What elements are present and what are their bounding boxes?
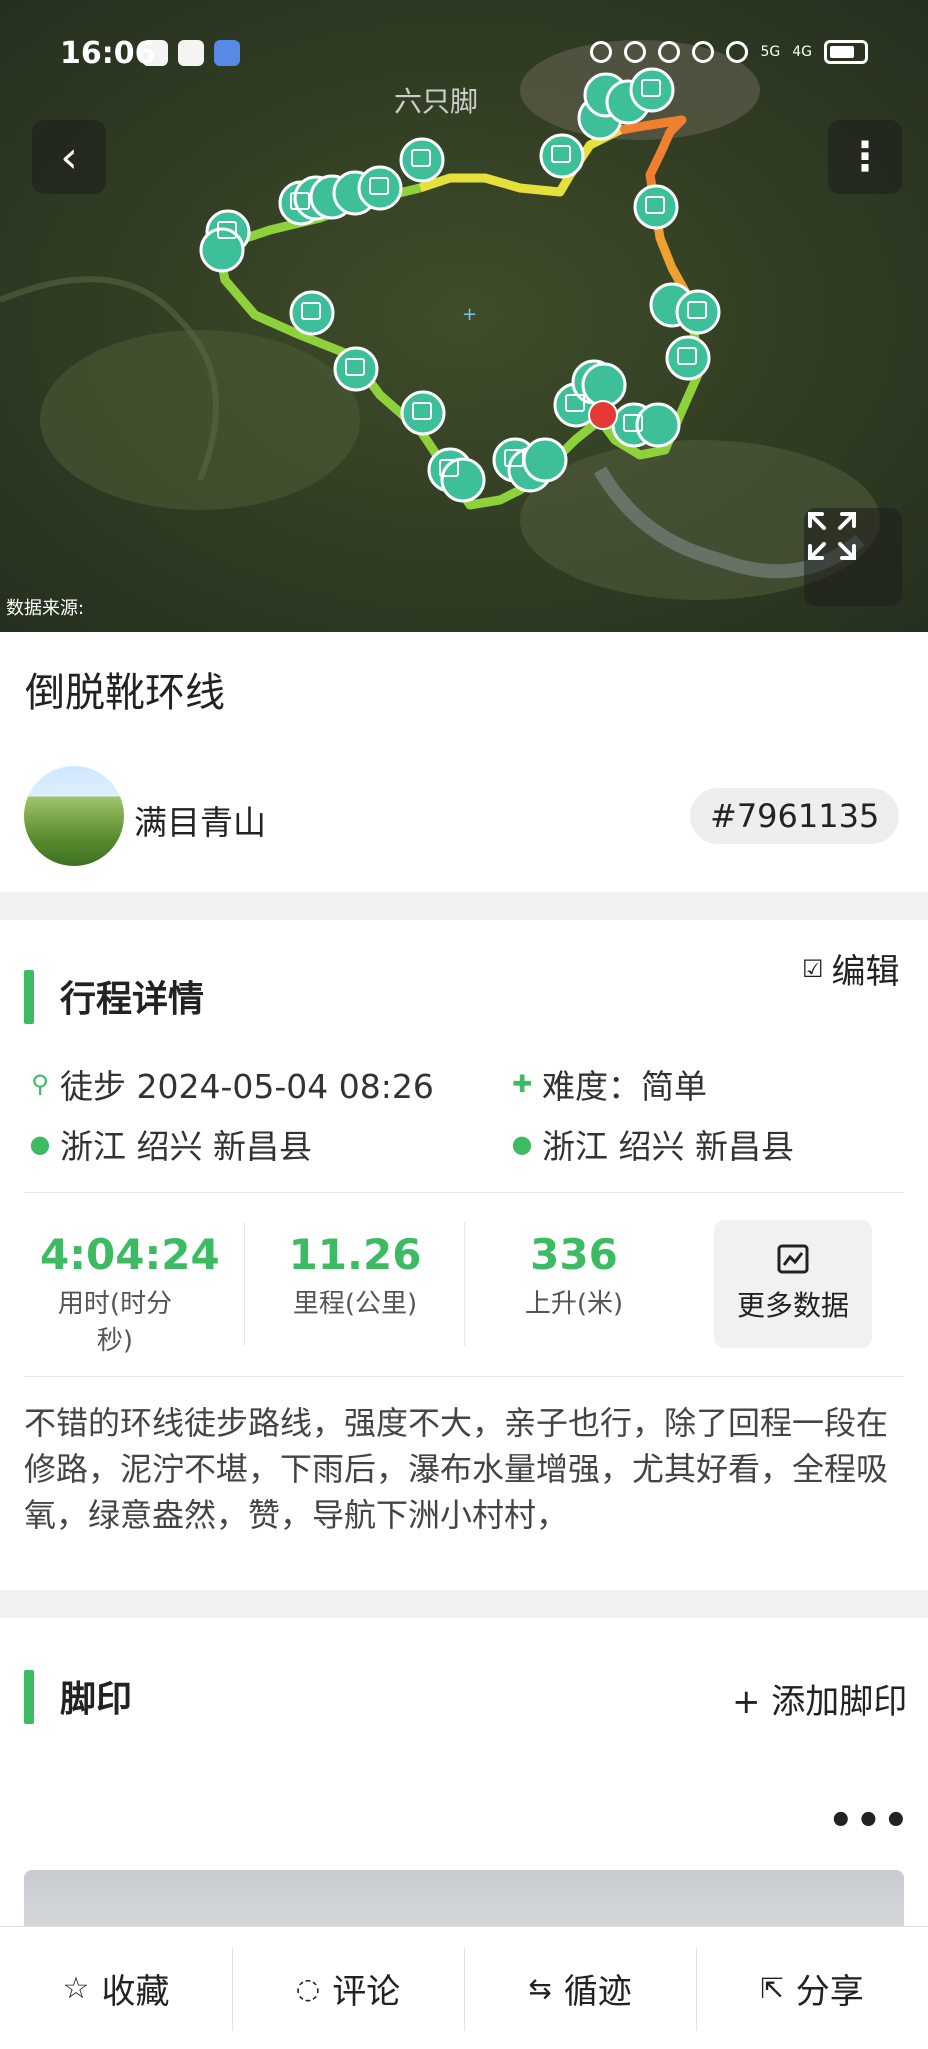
signal-4g-label: 4G <box>792 44 812 60</box>
footprints-section-title: 脚印 <box>60 1679 133 1720</box>
section-accent-bar <box>24 1670 34 1724</box>
activity-info: ⚲ 徒步 2024-05-04 08:26 <box>28 1060 434 1108</box>
notification-icons <box>142 40 240 66</box>
end-location: ● 浙江 绍兴 新昌县 <box>510 1120 794 1168</box>
stat-ascent-label: 上升(米) <box>524 1289 624 1319</box>
route-map[interactable]: + 16:06 5G 4G 六只脚 ‹ ⋮ 数据来源: <box>0 0 928 632</box>
start-location-text: 浙江 绍兴 新昌县 <box>60 1127 312 1166</box>
trail-id-badge[interactable]: #7961135 <box>690 788 900 844</box>
message-icon <box>142 40 168 66</box>
puzzle-icon: ✚ <box>511 1070 533 1098</box>
edit-label: 编辑 <box>831 952 900 992</box>
end-pin-icon: ● <box>511 1130 533 1158</box>
stat-duration-label: 用时(时分秒) <box>57 1289 173 1356</box>
stat-distance-label: 里程(公里) <box>292 1289 418 1319</box>
edit-icon: ☑ <box>802 954 824 983</box>
eye-icon <box>590 41 613 63</box>
start-location: ● 浙江 绍兴 新昌县 <box>28 1120 312 1168</box>
chart-icon <box>777 1244 809 1274</box>
divider-line <box>24 1192 904 1193</box>
start-pin-icon: ● <box>29 1130 51 1158</box>
difficulty-text: 难度：简单 <box>542 1067 707 1106</box>
section-divider <box>0 892 928 920</box>
stat-distance: 11.26 里程(公里) <box>270 1230 440 1320</box>
fullscreen-button[interactable] <box>804 508 902 606</box>
details-section-title: 行程详情 <box>60 979 205 1020</box>
bottom-action-bar: ☆ 收藏 ◌ 评论 ⇆ 循迹 ⇱ 分享 <box>0 1926 928 2049</box>
stat-duration-value: 4:04:24 <box>40 1230 220 1279</box>
stat-separator <box>244 1222 245 1346</box>
comment-button[interactable]: ◌ 评论 <box>232 1927 464 2049</box>
stat-distance-value: 11.26 <box>288 1230 422 1279</box>
more-data-button[interactable]: 更多数据 <box>714 1220 872 1348</box>
chevron-left-icon: ‹ <box>60 131 78 183</box>
app-notify-icon <box>214 40 240 66</box>
stat-separator <box>464 1222 465 1346</box>
hiker-icon: ⚲ <box>31 1070 49 1098</box>
trail-description: 不错的环线徒步路线，强度不大，亲子也行，除了回程一段在修路，泥泞不堪，下雨后，瀑… <box>24 1404 889 1534</box>
footprint-more-button[interactable]: ••• <box>828 1798 911 1844</box>
follow-track-button[interactable]: ⇆ 循迹 <box>464 1927 696 2049</box>
favorite-button[interactable]: ☆ 收藏 <box>0 1927 232 2049</box>
expand-icon <box>808 512 856 560</box>
difficulty-info: ✚ 难度：简单 <box>510 1060 707 1108</box>
stat-ascent-value: 336 <box>530 1230 618 1279</box>
end-location-text: 浙江 绍兴 新昌县 <box>542 1127 794 1166</box>
vertical-dots-icon: ⋮ <box>845 134 885 180</box>
stat-duration: 4:04:24 用时(时分秒) <box>40 1230 220 1357</box>
favorite-label: 收藏 <box>101 1971 170 2012</box>
comment-icon: ◌ <box>295 1971 321 2005</box>
system-icons: 5G 4G <box>590 40 868 64</box>
bluetooth-icon <box>658 41 681 63</box>
more-options-button[interactable]: ⋮ <box>828 120 902 194</box>
activity-text: 徒步 2024-05-04 08:26 <box>60 1067 434 1106</box>
hand-icon <box>178 40 204 66</box>
back-button[interactable]: ‹ <box>32 120 106 194</box>
share-button[interactable]: ⇱ 分享 <box>696 1927 928 2049</box>
signal-5g-label: 5G <box>760 44 781 60</box>
share-label: 分享 <box>795 1971 864 2012</box>
add-footprint-button[interactable]: + 添加脚印 <box>732 1674 907 1723</box>
avatar[interactable] <box>24 766 124 866</box>
horizontal-dots-icon: ••• <box>828 1798 911 1844</box>
divider-line <box>24 1376 904 1377</box>
map-watermark: 六只脚 <box>394 85 479 118</box>
follow-track-label: 循迹 <box>563 1971 632 2012</box>
route-icon: ⇆ <box>528 1971 552 2005</box>
svg-text:+: + <box>462 304 477 325</box>
comment-label: 评论 <box>332 1971 401 2012</box>
battery-icon <box>824 40 868 64</box>
wifi-icon <box>726 41 749 63</box>
stat-ascent: 336 上升(米) <box>494 1230 654 1320</box>
section-divider <box>0 1590 928 1618</box>
trail-title: 倒脱靴环线 <box>25 670 225 716</box>
author-name[interactable]: 满目青山 <box>134 796 266 844</box>
more-data-label: 更多数据 <box>736 1289 849 1322</box>
edit-button[interactable]: ☑ 编辑 <box>802 944 900 993</box>
section-accent-bar <box>24 970 34 1024</box>
share-icon: ⇱ <box>760 1971 784 2005</box>
map-data-source: 数据来源: <box>6 598 85 619</box>
alarm-icon <box>624 41 647 63</box>
location-icon <box>692 41 715 63</box>
star-icon: ☆ <box>62 1970 90 2006</box>
